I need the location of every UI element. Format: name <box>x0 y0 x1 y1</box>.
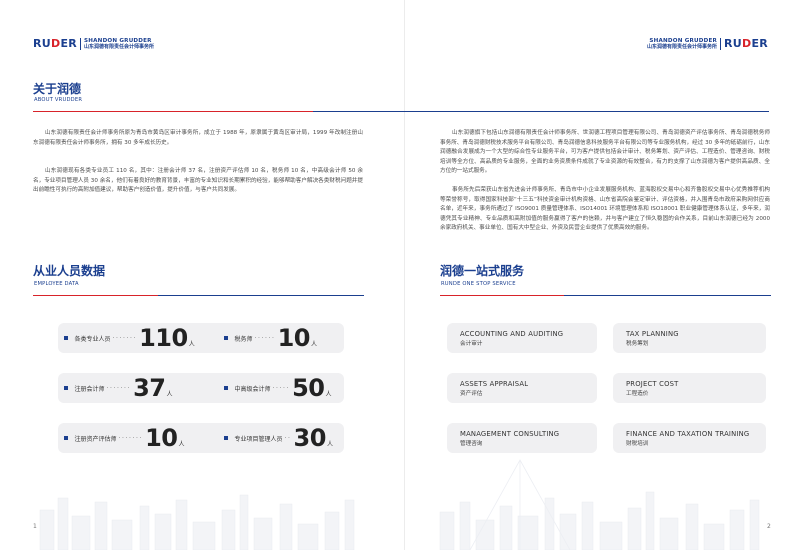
about-subtitle: ABOUT VRUDDER <box>34 97 83 103</box>
about-paragraph-3: 山东润德旗下包括山东润德有限责任会计师事务所、世润德工程项目管理有限公司、青岛润… <box>440 130 770 175</box>
bullet-icon <box>64 386 68 390</box>
service-name-en: ASSETS APPRAISAL <box>460 380 529 388</box>
logo-divider <box>80 37 82 50</box>
stat-unit: 人 <box>188 340 195 348</box>
leader-dots: ······· <box>106 384 132 392</box>
leader-dots: ······· <box>112 334 138 342</box>
services-title: 润德一站式服务 <box>440 264 525 278</box>
service-name-en: TAX PLANNING <box>626 330 679 338</box>
service-tax-planning: TAX PLANNING 税务筹划 <box>613 323 766 353</box>
stat-senior-accountants: 中高级会计师 ····· 50 人 <box>224 373 331 403</box>
stat-cpas: 注册会计师 ······· 37 人 <box>64 373 173 403</box>
service-name-cn: 工程造价 <box>626 391 649 397</box>
service-name-en: FINANCE AND TAXATION TRAINING <box>626 430 750 438</box>
logo-mark: RUDER <box>33 37 78 50</box>
stat-label: 税务师 <box>234 335 253 343</box>
leader-dots: ······ <box>254 334 276 342</box>
bullet-icon <box>224 336 228 340</box>
about-paragraph-4: 事务所先后荣获山东省先进会计师事务所、青岛市中小企业发展服务机构、蓝海股权交易中… <box>440 187 770 232</box>
stat-row-1: 各类专业人员 ······· 110 人 税务师 ······ 10 人 <box>58 323 344 353</box>
logo-left: RUDER SHANDON GRUDDER 山东润德有限责任会计师事务所 <box>33 37 154 50</box>
service-accounting-auditing: ACCOUNTING AND AUDITING 会计审计 <box>447 323 597 353</box>
about-paragraph-1: 山东润德有限责任会计师事务所原为青岛市黄岛区审计事务所，成立于 1988 年，原… <box>33 130 363 146</box>
employee-red-rule <box>33 295 158 297</box>
logo-name-cn: 山东润德有限责任会计师事务所 <box>647 43 718 50</box>
about-title: 关于润德 <box>33 82 82 96</box>
stat-value: 37 <box>133 374 166 402</box>
service-name-en: ACCOUNTING AND AUDITING <box>460 330 564 338</box>
stat-unit: 人 <box>166 390 173 398</box>
logo-divider <box>720 37 722 50</box>
stat-label: 中高级会计师 <box>234 385 271 393</box>
services-subtitle: RUNDE ONE STOP SERVICE <box>441 281 516 287</box>
employee-subtitle: EMPLOYEE DATA <box>34 281 79 287</box>
bullet-icon <box>64 336 68 340</box>
brochure-spread: RUDER SHANDON GRUDDER 山东润德有限责任会计师事务所 SHA… <box>0 0 809 550</box>
service-name-cn: 税务筹划 <box>626 341 649 347</box>
service-project-cost: PROJECT COST 工程造价 <box>613 373 766 403</box>
logo-right: SHANDON GRUDDER 山东润德有限责任会计师事务所 RUDER <box>647 37 768 50</box>
employee-title: 从业人员数据 <box>33 264 106 278</box>
stat-unit: 人 <box>310 340 317 348</box>
stat-value: 50 <box>292 374 325 402</box>
services-blue-rule <box>564 295 771 297</box>
stat-value: 110 <box>139 324 188 352</box>
stat-unit: 人 <box>325 390 332 398</box>
stat-label: 注册会计师 <box>74 385 105 393</box>
logo-name-en: SHANDON GRUDDER <box>84 37 152 44</box>
page-number-left: 1 <box>33 523 37 530</box>
stat-row-2: 注册会计师 ······· 37 人 中高级会计师 ····· 50 人 <box>58 373 344 403</box>
service-assets-appraisal: ASSETS APPRAISAL 资产评估 <box>447 373 597 403</box>
city-skyline-illustration <box>39 459 760 550</box>
logo-mark: RUDER <box>724 37 769 50</box>
bullet-icon <box>224 386 228 390</box>
about-red-rule <box>33 111 313 113</box>
service-name-en: PROJECT COST <box>626 380 679 388</box>
leader-dots: ····· <box>272 384 291 392</box>
stat-value: 10 <box>277 324 311 352</box>
service-name-cn: 资产评估 <box>460 391 483 397</box>
employee-blue-rule <box>158 295 364 297</box>
services-red-rule <box>440 295 564 297</box>
stat-professional-staff: 各类专业人员 ······· 110 人 <box>64 323 195 353</box>
service-name-en: MANAGEMENT CONSULTING <box>460 430 560 438</box>
logo-name-en: SHANDON GRUDDER <box>649 37 718 44</box>
logo-text: SHANDON GRUDDER 山东润德有限责任会计师事务所 <box>647 38 717 50</box>
about-paragraph-2: 山东润德现有各类专业员工 110 名，其中：注册会计师 37 名，注册资产评估师… <box>33 168 363 194</box>
logo-name-cn: 山东润德有限责任会计师事务所 <box>84 43 155 50</box>
stat-tax-agents: 税务师 ······ 10 人 <box>224 323 317 353</box>
page-number-right: 2 <box>767 523 771 530</box>
stat-label: 各类专业人员 <box>74 335 111 343</box>
about-blue-rule <box>313 111 769 113</box>
service-name-cn: 会计审计 <box>460 341 483 347</box>
logo-text: SHANDON GRUDDER 山东润德有限责任会计师事务所 <box>84 38 154 50</box>
